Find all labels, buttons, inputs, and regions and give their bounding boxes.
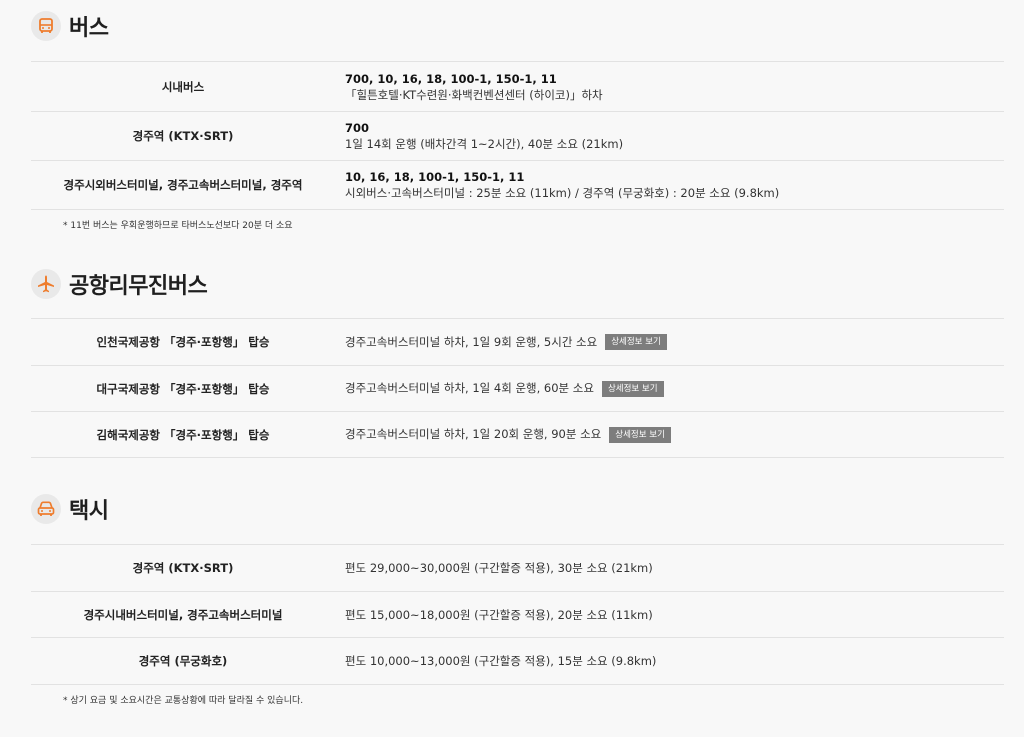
row-label: 인천국제공항 「경주·포항행」 탑승 xyxy=(96,335,270,349)
row-value: 700 1일 14회 운행 (배차간격 1~2시간), 40분 소요 (21km… xyxy=(335,120,623,152)
detail-button[interactable]: 상세정보 보기 xyxy=(601,380,664,397)
row-value: 편도 15,000~18,000원 (구간할증 적용), 20분 소요 (11k… xyxy=(345,607,653,622)
table-row: 인천국제공항 「경주·포항행」 탑승 경주고속버스터미널 하차, 1일 9회 운… xyxy=(31,319,1004,366)
bus-header: 버스 xyxy=(31,10,1004,42)
detail-button[interactable]: 상세정보 보기 xyxy=(609,426,671,443)
route-info: 경주고속버스터미널 하차, 1일 20회 운행, 90분 소요 xyxy=(345,427,602,442)
row-value: 경주고속버스터미널 하차, 1일 20회 운행, 90분 소요 상세정보 보기 xyxy=(335,426,671,443)
row-label: 경주시내버스터미널, 경주고속버스터미널 xyxy=(83,607,283,622)
row-value: 700, 10, 16, 18, 100-1, 150-1, 11 「힐튼호텔·… xyxy=(335,71,603,103)
airport-section: 공항리무진버스 xyxy=(31,268,1004,300)
row-label: 시내버스 xyxy=(161,79,205,94)
table-row: 경주시내버스터미널, 경주고속버스터미널 편도 15,000~18,000원 (… xyxy=(31,592,1004,638)
table-row: 경주역 (KTX·SRT) 편도 29,000~30,000원 (구간할증 적용… xyxy=(31,545,1004,592)
row-label: 경주역 (무궁화호) xyxy=(138,654,228,668)
row-value: 10, 16, 18, 100-1, 150-1, 11 시외버스·고속버스터미… xyxy=(335,169,779,201)
route-info: 경주고속버스터미널 하차, 1일 9회 운행, 5시간 소요 xyxy=(345,334,598,349)
bus-routes: 700 xyxy=(345,121,370,135)
route-info: 경주고속버스터미널 하차, 1일 4회 운행, 60분 소요 xyxy=(345,381,594,396)
bus-detail: 「힐튼호텔·KT수련원·화백컨벤션센터 (하이코)」하차 xyxy=(345,87,603,102)
table-row: 김해국제공항 「경주·포항행」 탑승 경주고속버스터미널 하차, 1일 20회 … xyxy=(31,412,1004,458)
bus-routes: 700, 10, 16, 18, 100-1, 150-1, 11 xyxy=(345,71,557,86)
bus-section: 버스 xyxy=(31,10,1004,42)
row-label: 경주역 (KTX·SRT) xyxy=(132,129,234,143)
taxi-icon xyxy=(31,494,61,524)
table-row: 경주시외버스터미널, 경주고속버스터미널, 경주역 10, 16, 18, 10… xyxy=(31,161,1004,210)
table-row: 경주역 (KTX·SRT) 700 1일 14회 운행 (배차간격 1~2시간)… xyxy=(31,112,1004,161)
row-label: 경주역 (KTX·SRT) xyxy=(132,561,234,575)
row-label: 경주시외버스터미널, 경주고속버스터미널, 경주역 xyxy=(63,178,303,192)
bus-routes: 10, 16, 18, 100-1, 150-1, 11 xyxy=(345,170,525,184)
row-value: 편도 10,000~13,000원 (구간할증 적용), 15분 소요 (9.8… xyxy=(345,654,657,668)
table-row: 경주역 (무궁화호) 편도 10,000~13,000원 (구간할증 적용), … xyxy=(31,638,1004,685)
airplane-icon xyxy=(31,269,61,299)
row-value: 편도 29,000~30,000원 (구간할증 적용), 30분 소요 (21k… xyxy=(345,561,653,575)
bus-detail: 1일 14회 운행 (배차간격 1~2시간), 40분 소요 (21km) xyxy=(345,137,624,151)
airport-title: 공항리무진버스 xyxy=(69,274,208,299)
taxi-header: 택시 xyxy=(31,493,1004,525)
row-value: 경주고속버스터미널 하차, 1일 4회 운행, 60분 소요 상세정보 보기 xyxy=(335,380,664,397)
row-label: 김해국제공항 「경주·포항행」 탑승 xyxy=(96,427,270,442)
bus-icon xyxy=(31,11,61,41)
bus-title: 버스 xyxy=(69,16,109,41)
detail-button[interactable]: 상세정보 보기 xyxy=(605,334,667,351)
row-value: 경주고속버스터미널 하차, 1일 9회 운행, 5시간 소요 상세정보 보기 xyxy=(335,334,667,351)
row-label: 대구국제공항 「경주·포항행」 탑승 xyxy=(96,381,270,396)
table-row: 대구국제공항 「경주·포항행」 탑승 경주고속버스터미널 하차, 1일 4회 운… xyxy=(31,366,1004,412)
airport-table: 인천국제공항 「경주·포항행」 탑승 경주고속버스터미널 하차, 1일 9회 운… xyxy=(31,318,1004,458)
taxi-table: 경주역 (KTX·SRT) 편도 29,000~30,000원 (구간할증 적용… xyxy=(31,544,1004,685)
table-row: 시내버스 700, 10, 16, 18, 100-1, 150-1, 11 「… xyxy=(31,62,1004,112)
taxi-title: 택시 xyxy=(69,499,109,524)
taxi-section: 택시 xyxy=(31,493,1004,525)
bus-table: 시내버스 700, 10, 16, 18, 100-1, 150-1, 11 「… xyxy=(31,61,1004,210)
taxi-note: * 상기 요금 및 소요시간은 교통상황에 따라 달라질 수 있습니다. xyxy=(63,696,304,706)
airport-header: 공항리무진버스 xyxy=(31,268,1004,300)
bus-detail: 시외버스·고속버스터미널 : 25분 소요 (11km) / 경주역 (무궁화호… xyxy=(345,186,780,200)
bus-note: * 11번 버스는 우회운행하므로 타버스노선보다 20분 더 소요 xyxy=(63,221,293,231)
